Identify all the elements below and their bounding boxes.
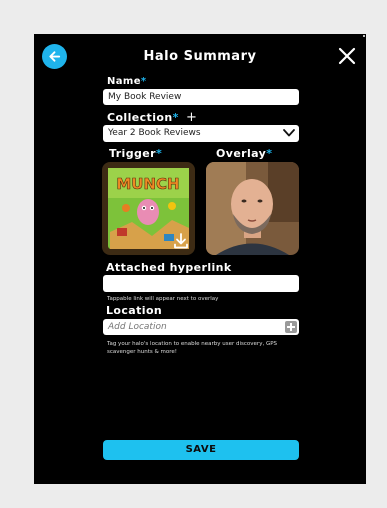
hyperlink-helper-text: Tappable link will appear next to overla… [107, 296, 219, 302]
chevron-down-icon [283, 129, 295, 137]
status-dot [363, 35, 365, 37]
location-placeholder: Add Location [108, 322, 167, 332]
collection-label-text: Collection [107, 111, 173, 124]
required-marker: * [140, 76, 147, 87]
download-icon[interactable] [172, 232, 190, 250]
hyperlink-label: Attached hyperlink [106, 261, 232, 274]
trigger-image[interactable]: MUNCH [102, 162, 195, 255]
required-marker: * [266, 147, 273, 160]
page-title: Halo Summary [143, 49, 257, 64]
add-collection-button[interactable]: + [186, 110, 197, 125]
collection-selected-value: Year 2 Book Reviews [108, 128, 201, 138]
location-input[interactable]: Add Location [103, 319, 299, 335]
close-icon[interactable] [338, 47, 356, 65]
add-location-icon[interactable] [285, 321, 297, 333]
collection-label: Collection* + [107, 110, 197, 125]
hyperlink-input[interactable] [103, 275, 299, 292]
trigger-label: Trigger* [109, 147, 162, 160]
collection-select[interactable]: Year 2 Book Reviews [103, 125, 299, 142]
overlay-label-text: Overlay [216, 147, 267, 160]
save-button[interactable]: SAVE [103, 440, 299, 460]
name-input[interactable]: My Book Review [103, 89, 299, 105]
overlay-image[interactable] [206, 162, 299, 255]
name-label-text: Name [107, 76, 141, 87]
location-helper-text: Tag your halo's location to enable nearb… [107, 341, 278, 355]
book-title-text: MUNCH [116, 175, 179, 193]
overlay-label: Overlay* [216, 147, 272, 160]
location-label: Location [106, 304, 163, 317]
app-screen: Halo Summary Name* My Book Review Collec… [34, 34, 366, 484]
required-marker: * [172, 111, 179, 124]
name-label: Name* [107, 76, 147, 87]
trigger-label-text: Trigger [109, 147, 156, 160]
required-marker: * [155, 147, 163, 160]
overlay-portrait-image [206, 162, 299, 255]
